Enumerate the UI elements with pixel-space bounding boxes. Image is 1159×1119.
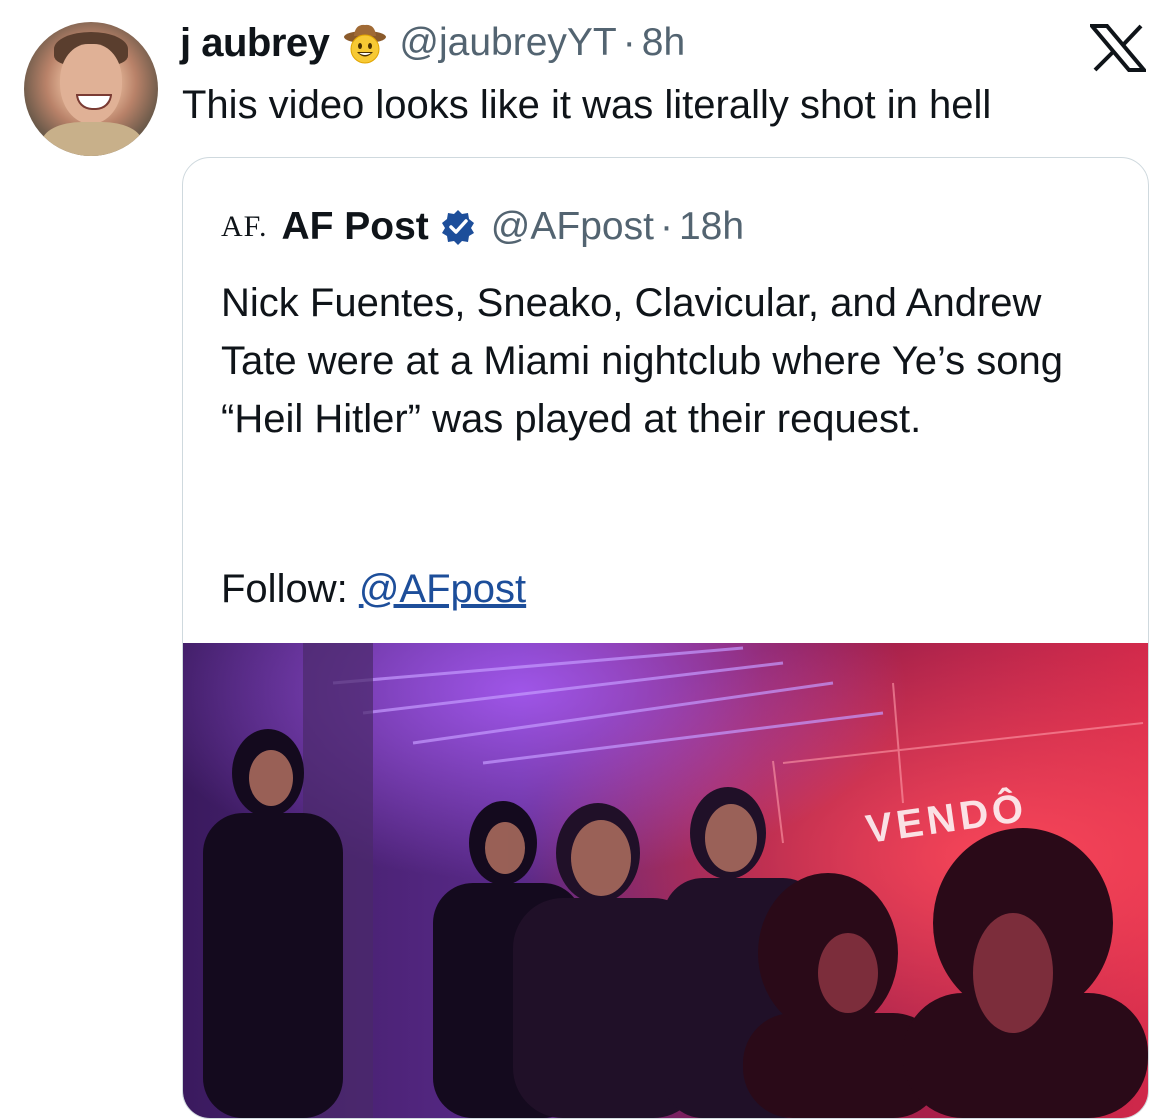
separator-dot: · xyxy=(622,21,636,64)
af-post-logo[interactable]: AF. xyxy=(221,210,267,244)
tweet-text: This video looks like it was literally s… xyxy=(182,83,992,127)
follow-line: Follow: @AFpost xyxy=(221,560,526,618)
quoted-tweet-text: Nick Fuentes, Sneako, Clavicular, and An… xyxy=(221,281,1063,441)
quoted-author-handle[interactable]: @AFpost xyxy=(491,205,654,249)
author-name[interactable]: j aubrey xyxy=(180,21,330,66)
quoted-author-name[interactable]: AF Post xyxy=(281,205,428,249)
quoted-tweet-time[interactable]: 18h xyxy=(679,205,744,249)
author-avatar[interactable] xyxy=(24,22,158,156)
x-logo-icon xyxy=(1087,24,1149,72)
follow-label: Follow: xyxy=(221,567,348,611)
tweet-header: j aubrey @jaubreyYT · 8h xyxy=(180,18,685,68)
quoted-tweet-header: AF. AF Post @AFpost · 18h xyxy=(221,202,744,252)
quoted-tweet-card[interactable]: AF. AF Post @AFpost · 18h Nick Fuentes, … xyxy=(182,157,1149,1119)
quoted-separator-dot: · xyxy=(659,205,673,248)
author-handle[interactable]: @jaubreyYT xyxy=(399,21,616,65)
verified-badge-icon xyxy=(439,208,477,246)
follow-link[interactable]: @AFpost xyxy=(359,567,526,611)
video-thumbnail[interactable]: VENDÔ xyxy=(183,643,1148,1118)
cowboy-face-emoji-icon xyxy=(343,21,387,65)
tweet-time[interactable]: 8h xyxy=(642,21,685,65)
